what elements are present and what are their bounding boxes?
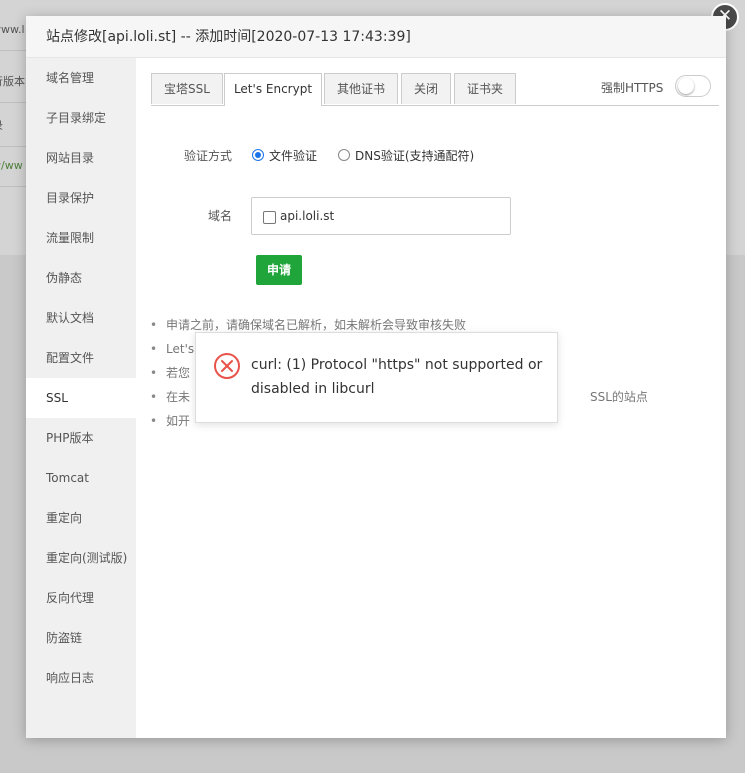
sidebar-item-domain[interactable]: 域名管理 [26,58,136,98]
domain-checkbox[interactable] [263,211,276,224]
sidebar-item-rewrite[interactable]: 伪静态 [26,258,136,298]
error-circle-icon [214,353,240,379]
tab-cert-folder[interactable]: 证书夹 [454,73,516,104]
tab-other-cert[interactable]: 其他证书 [324,73,398,104]
toggle-knob [678,78,694,94]
sidebar-item-php-version[interactable]: PHP版本 [26,418,136,458]
sidebar-item-tomcat[interactable]: Tomcat [26,458,136,498]
radio-dns-verify[interactable] [338,149,350,161]
sidebar-item-response-log[interactable]: 响应日志 [26,658,136,698]
modal-header: 站点修改[api.loli.st] -- 添加时间[2020-07-13 17:… [26,16,726,58]
radio-dns-verify-label: DNS验证(支持通配符) [355,149,475,163]
sidebar-item-default-doc[interactable]: 默认文档 [26,298,136,338]
tab-close[interactable]: 关闭 [401,73,451,104]
sidebar-item-traffic-limit[interactable]: 流量限制 [26,218,136,258]
force-https-toggle[interactable] [675,75,711,97]
error-toast: curl: (1) Protocol "https" not supported… [195,332,558,423]
domain-list: api.loli.st [251,197,511,235]
sidebar-item-config[interactable]: 配置文件 [26,338,136,378]
verify-method-label: 验证方式 [183,149,232,163]
sidebar-item-redirect-beta[interactable]: 重定向(测试版) [26,538,136,578]
sidebar-item-site-dir[interactable]: 网站目录 [26,138,136,178]
sidebar: 域名管理 子目录绑定 网站目录 目录保护 流量限制 伪静态 默认文档 配置文件 … [26,58,136,738]
force-https-label: 强制HTTPS [601,81,664,95]
tip-text-tail: SSL的站点 [590,390,648,404]
domain-label: 域名 [207,209,232,223]
sidebar-item-hotlink[interactable]: 防盗链 [26,618,136,658]
apply-button[interactable]: 申请 [256,255,302,285]
sidebar-item-dir-protect[interactable]: 目录保护 [26,178,136,218]
radio-file-verify-label: 文件验证 [269,149,318,163]
radio-file-verify[interactable] [252,149,264,161]
sidebar-item-reverse-proxy[interactable]: 反向代理 [26,578,136,618]
sidebar-item-subdir[interactable]: 子目录绑定 [26,98,136,138]
sidebar-item-redirect[interactable]: 重定向 [26,498,136,538]
tab-lets-encrypt[interactable]: Let's Encrypt [224,73,322,106]
tab-bt-ssl[interactable]: 宝塔SSL [151,73,223,104]
sidebar-item-ssl[interactable]: SSL [26,378,136,418]
tip-text: 在未 [166,390,191,404]
error-message: curl: (1) Protocol "https" not supported… [251,357,543,397]
domain-name: api.loli.st [280,209,335,223]
modal-title: 站点修改[api.loli.st] -- 添加时间[2020-07-13 17:… [46,29,411,45]
